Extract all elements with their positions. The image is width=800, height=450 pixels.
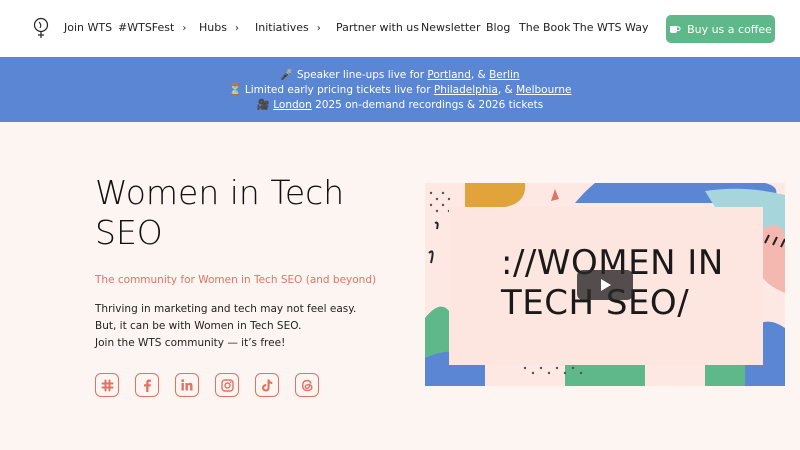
threads-icon[interactable] [295, 373, 319, 397]
nav-the-book[interactable]: The Book [519, 20, 570, 36]
hero-body-line: Join the WTS community — it’s free! [95, 337, 286, 349]
banner-line-speakers: 🎤 Speaker line-ups live for Portland, & … [280, 69, 520, 81]
nav-initiatives[interactable]: Initiatives › [255, 20, 321, 37]
buy-coffee-label: Buy us a coffee [687, 22, 772, 36]
hero-body-line: Thriving in marketing and tech may not f… [95, 303, 357, 315]
link-melbourne[interactable]: Melbourne [516, 84, 571, 96]
coffee-cup-icon [670, 25, 681, 33]
linkedin-icon[interactable] [175, 373, 199, 397]
chevron-right-icon: › [316, 23, 321, 34]
banner-text: 2025 on-demand recordings & 2026 tickets [315, 99, 544, 111]
link-london[interactable]: London [273, 99, 312, 111]
banner-text: Limited early pricing tickets live for [244, 84, 431, 96]
play-icon [601, 279, 611, 291]
nav-hubs[interactable]: Hubs › [199, 20, 239, 37]
camera-icon: 🎥 [256, 99, 270, 111]
play-button[interactable] [577, 270, 633, 300]
page-title: Women in Tech SEO [95, 173, 345, 252]
microphone-icon: 🎤 [280, 69, 294, 81]
link-berlin[interactable]: Berlin [489, 69, 519, 81]
nav-wtsfest[interactable]: #WTSFest › [118, 20, 186, 37]
nav-blog[interactable]: Blog [486, 20, 510, 36]
link-portland[interactable]: Portland [427, 69, 471, 81]
announcement-banner: 🎤 Speaker line-ups live for Portland, & … [0, 57, 800, 122]
banner-line-recordings: 🎥 London 2025 on-demand recordings & 202… [0, 98, 800, 113]
instagram-icon[interactable] [215, 373, 239, 397]
chevron-right-icon: › [234, 23, 239, 34]
hero-tagline: The community for Women in Tech SEO (and… [95, 274, 377, 286]
banner-text: Speaker line-ups live for [296, 69, 425, 81]
hero-body: Thriving in marketing and tech may not f… [95, 301, 356, 352]
facebook-icon[interactable] [135, 373, 159, 397]
chevron-right-icon: › [182, 23, 187, 34]
hero-body-line: But, it can be with Women in Tech SEO. [95, 320, 302, 332]
tiktok-icon[interactable] [255, 373, 279, 397]
hourglass-icon: ⏳ [228, 84, 242, 96]
top-nav: Join WTS #WTSFest › Hubs › Initiatives › Pa… [0, 0, 800, 57]
nav-partner[interactable]: Partner with us [336, 20, 419, 36]
buy-coffee-button[interactable]: Buy us a coffee [666, 15, 775, 43]
wts-logo-icon[interactable] [32, 17, 50, 39]
banner-line-pricing: ⏳ Limited early pricing tickets live for… [228, 84, 572, 96]
social-links [95, 373, 319, 397]
nav-join-wts[interactable]: Join WTS [64, 20, 112, 36]
nav-wts-way[interactable]: The WTS Way [573, 20, 648, 36]
intro-video[interactable]: ://WOMEN IN TECH SEO/ [425, 183, 785, 386]
slack-icon[interactable] [95, 373, 119, 397]
link-philadelphia[interactable]: Philadelphia [434, 84, 498, 96]
nav-newsletter[interactable]: Newsletter [421, 20, 480, 36]
